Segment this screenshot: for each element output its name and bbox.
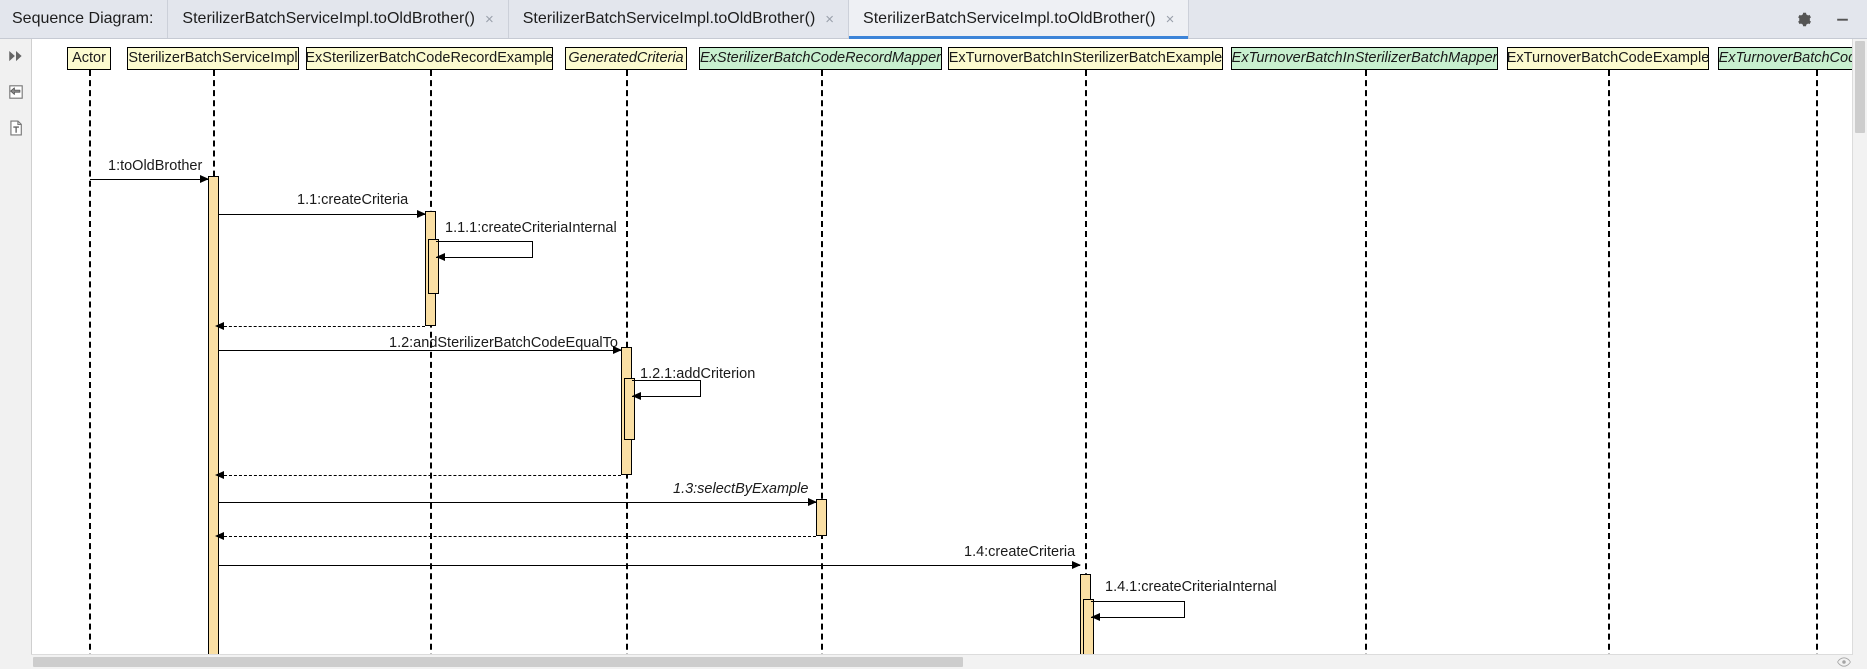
return-line-1-3[interactable] <box>219 536 816 537</box>
message-label-1-4: 1.4:createCriteria <box>964 544 1076 560</box>
gear-icon[interactable] <box>1795 11 1812 28</box>
diagram-canvas[interactable]: Actor SterilizerBatchServiceImpl ExSteri… <box>32 39 1867 669</box>
message-label-1-4-1: 1.4.1:createCriteriaInternal <box>1105 579 1277 595</box>
export-icon[interactable] <box>5 81 27 103</box>
editor-body: Actor SterilizerBatchServiceImpl ExSteri… <box>0 39 1867 669</box>
lifeline-actor <box>89 70 91 669</box>
left-toolbar <box>0 39 32 669</box>
message-arrow-1-1 <box>417 210 426 218</box>
message-label-1-1-1: 1.1.1:createCriteriaInternal <box>445 220 617 236</box>
lifeline-exturnoverbatchinsterilizerbatchmapper <box>1365 70 1367 669</box>
tab-sequence-diagram-3[interactable]: SterilizerBatchServiceImpl.toOldBrother(… <box>848 0 1189 39</box>
return-arrow-1-3 <box>215 532 224 540</box>
participant-label: ExTurnoverBatchCodeMapper <box>1718 50 1867 67</box>
message-selfloop-1-4-1[interactable] <box>1091 601 1185 618</box>
window-actions <box>1785 0 1867 38</box>
participant-exturnoverbatchinsterilizerbatchmapper[interactable]: ExTurnoverBatchInSterilizerBatchMapper <box>1231 47 1498 70</box>
tab-bar-spacer <box>1188 0 1785 38</box>
eye-icon[interactable] <box>1837 656 1851 668</box>
lifeline-exturnoverbatchcodemapper <box>1816 70 1818 669</box>
message-line-1[interactable] <box>90 179 208 180</box>
message-arrow-1-4 <box>1072 561 1081 569</box>
minimize-icon[interactable] <box>1834 11 1851 28</box>
scrollbar-corner <box>1853 655 1867 669</box>
participant-label: ExTurnoverBatchCodeExample <box>1506 50 1710 67</box>
tab-bar: Sequence Diagram: SterilizerBatchService… <box>0 0 1867 39</box>
participant-actor[interactable]: Actor <box>67 47 111 70</box>
tab-sequence-diagram-2[interactable]: SterilizerBatchServiceImpl.toOldBrother(… <box>507 0 848 38</box>
tab-label: SterilizerBatchServiceImpl.toOldBrother(… <box>863 10 1156 27</box>
return-arrow-1-1 <box>215 322 224 330</box>
participant-exsterilizerbatchcoderecordexample[interactable]: ExSterilizerBatchCodeRecordExample <box>305 47 554 70</box>
message-arrow-1-2-1 <box>632 392 641 400</box>
tab-label: SterilizerBatchServiceImpl.toOldBrother(… <box>182 10 475 27</box>
return-arrow-1-2 <box>215 471 224 479</box>
fast-forward-icon[interactable] <box>5 45 27 67</box>
message-selfloop-1-1-1[interactable] <box>436 241 533 258</box>
activation-sterilizerbatchserviceimpl[interactable] <box>208 176 219 669</box>
participant-exturnoverbatchinsterilizerbatchexample[interactable]: ExTurnoverBatchInSterilizerBatchExample <box>948 47 1223 70</box>
tab-sequence-diagram-1[interactable]: SterilizerBatchServiceImpl.toOldBrother(… <box>167 0 507 38</box>
message-line-1-1[interactable] <box>219 214 425 215</box>
horizontal-scrollbar[interactable] <box>31 654 1853 669</box>
lifeline-exsterilizerbatchcoderecordmapper <box>821 70 823 669</box>
participant-label: SterilizerBatchServiceImpl <box>128 50 298 67</box>
horizontal-scrollbar-thumb[interactable] <box>33 657 963 667</box>
text-file-icon[interactable] <box>5 117 27 139</box>
message-label-1-2: 1.2:andSterilizerBatchCodeEqualTo <box>389 335 618 351</box>
message-arrow-1-3 <box>808 498 817 506</box>
tab-close-icon[interactable]: × <box>1166 12 1175 27</box>
tab-label: SterilizerBatchServiceImpl.toOldBrother(… <box>522 10 816 27</box>
message-line-1-3[interactable] <box>219 502 816 503</box>
message-line-1-4[interactable] <box>219 565 1080 566</box>
participant-label: GeneratedCriteria <box>568 50 684 67</box>
message-label-1-3: 1.3:selectByExample <box>673 481 809 497</box>
diagram-content: Actor SterilizerBatchServiceImpl ExSteri… <box>32 39 1867 669</box>
participant-generatedcriteria[interactable]: GeneratedCriteria <box>565 47 687 70</box>
activation-exsterilizerbatchcoderecordmapper[interactable] <box>816 499 827 536</box>
participant-exsterilizerbatchcoderecordmapper[interactable]: ExSterilizerBatchCodeRecordMapper <box>699 47 942 70</box>
tab-close-icon[interactable]: × <box>825 12 834 27</box>
return-line-1-1[interactable] <box>219 326 425 327</box>
message-arrow-1 <box>200 175 209 183</box>
participant-exturnoverbatchcodemapper[interactable]: ExTurnoverBatchCodeMapper <box>1718 47 1867 70</box>
lifeline-exturnoverbatchcodeexample <box>1608 70 1610 669</box>
message-arrow-1-4-1 <box>1091 613 1100 621</box>
vertical-scrollbar[interactable] <box>1852 39 1867 655</box>
message-label-1: 1:toOldBrother <box>108 158 203 174</box>
panel-title: Sequence Diagram: <box>12 10 154 27</box>
message-arrow-1-1-1 <box>436 253 445 261</box>
vertical-scrollbar-thumb[interactable] <box>1855 41 1865 133</box>
return-line-1-2[interactable] <box>219 475 621 476</box>
participant-label: ExSterilizerBatchCodeRecordMapper <box>700 50 941 67</box>
participant-label: ExTurnoverBatchInSterilizerBatchExample <box>948 50 1223 67</box>
participant-label: Actor <box>72 50 106 67</box>
lifeline-exsterilizerbatchcoderecordexample <box>430 70 432 669</box>
participant-label: ExTurnoverBatchInSterilizerBatchMapper <box>1231 50 1498 67</box>
participant-exturnoverbatchcodeexample[interactable]: ExTurnoverBatchCodeExample <box>1507 47 1709 70</box>
message-selfloop-1-2-1[interactable] <box>632 380 701 397</box>
sequence-diagram-window: Sequence Diagram: SterilizerBatchService… <box>0 0 1867 669</box>
participant-label: ExSterilizerBatchCodeRecordExample <box>305 50 554 67</box>
tab-close-icon[interactable]: × <box>485 12 494 27</box>
message-label-1-1: 1.1:createCriteria <box>297 192 409 208</box>
message-line-1-2[interactable] <box>219 350 621 351</box>
message-arrow-1-2 <box>613 346 622 354</box>
participant-sterilizerbatchserviceimpl[interactable]: SterilizerBatchServiceImpl <box>127 47 299 70</box>
